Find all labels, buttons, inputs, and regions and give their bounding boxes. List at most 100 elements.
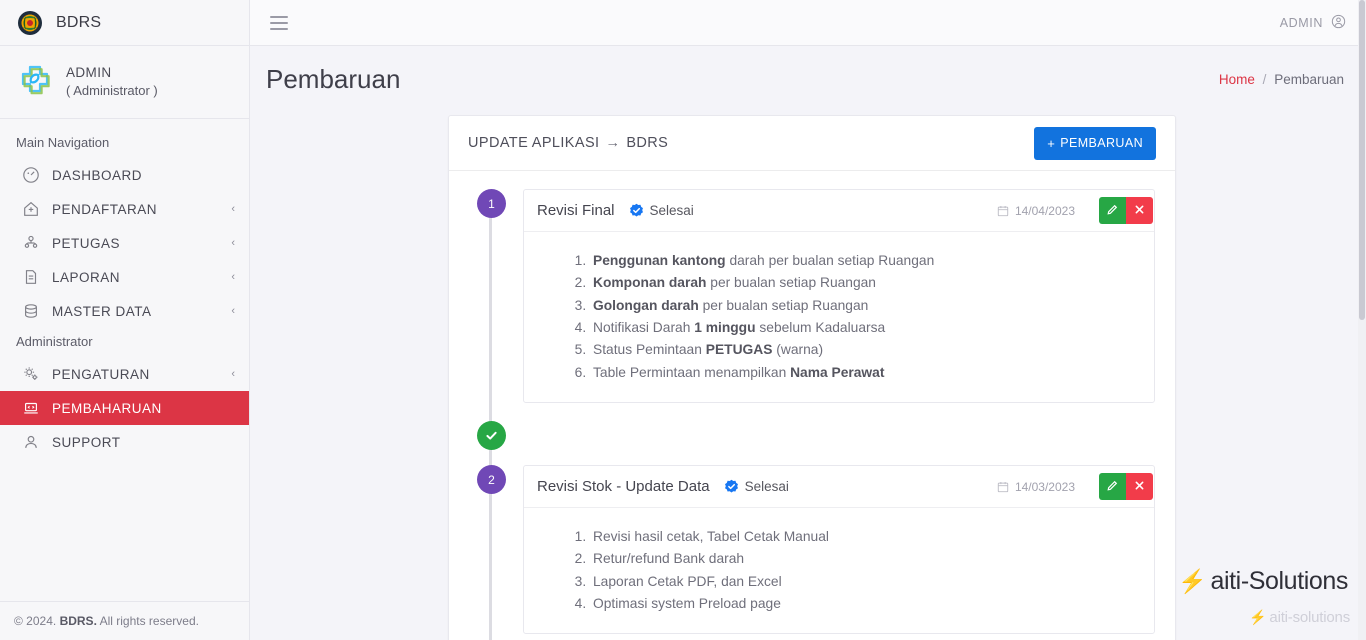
hospital-icon [22,200,40,218]
status-badge: Selesai [724,479,789,494]
timeline-panel-body: Penggunan kantong darah per bualan setia… [524,232,1154,402]
chevron-left-icon: ‹ [231,305,235,317]
list-item: Notifikasi Darah 1 minggu sebelum Kadalu… [590,317,1154,339]
breadcrumb: Home / Pembaruan [1219,72,1344,87]
watermark-aiti-solutions: ⚡ aiti-Solutions [1178,567,1348,596]
sidebar-user-name: ADMIN [66,64,112,80]
li-rest: darah per bualan setiap Ruangan [725,253,935,268]
watermark-text: aiti-Solutions [1210,567,1348,595]
timeline-date-text: 14/03/2023 [1014,479,1075,494]
calendar-icon [997,205,1009,217]
timeline-panel: Revisi Stok - Update Data Selesai 14/03/… [523,465,1155,635]
list-item: Status Pemintaan PETUGAS (warna) [590,339,1154,361]
sidebar-item-laporan[interactable]: LAPORAN ‹ [0,260,249,294]
sidebar-user-role: ( Administrator ) [66,82,158,98]
card-title-main: UPDATE APLIKASI [468,135,600,151]
list-item: Revisi hasil cetak, Tabel Cetak Manual [590,526,1154,548]
sidebar-item-label: PENGATURAN [52,366,150,382]
li-rest: (warna) [772,342,824,358]
timeline-title: Revisi Final [537,202,615,219]
laptop-code-icon [22,399,40,417]
li-bold: Nama Perawat [790,364,885,380]
sidebar-item-dashboard[interactable]: DASHBOARD [0,158,249,192]
brand-header[interactable]: BDRS [0,0,249,46]
sidebar-item-label: MASTER DATA [52,303,152,319]
timeline-item: 2 Revisi Stok - Update Data Selesai 14/0… [477,465,1155,635]
delete-button[interactable] [1126,197,1153,224]
card-header: UPDATE APLIKASI → BDRS + PEMBARUAN [449,116,1175,171]
lightning-bolt-icon: ⚡ [1249,609,1267,625]
add-pembaruan-label: PEMBARUAN [1060,136,1143,150]
sidebar-item-label: DASHBOARD [52,167,143,183]
topbar: ADMIN [250,0,1366,46]
card-title-sub: BDRS [626,135,669,151]
topbar-user-menu[interactable]: ADMIN [1280,14,1346,32]
arrow-right-icon: → [605,135,621,151]
li-bold: 1 minggu [694,320,756,336]
timeline-badge-number: 2 [477,465,506,495]
edit-button[interactable] [1099,473,1126,501]
update-list: Revisi hasil cetak, Tabel Cetak Manual R… [524,526,1154,615]
timeline-badge-check [477,421,506,451]
calendar-icon [997,481,1009,493]
breadcrumb-separator: / [1262,72,1267,87]
timeline-date: 14/04/2023 [997,204,1075,218]
nav-section-header-main: Main Navigation [16,135,110,150]
timeline-panel-header: Revisi Final Selesai 14/04/2023 [524,190,1154,232]
lightning-bolt-icon: ⚡ [1178,568,1207,594]
chevron-left-icon: ‹ [231,203,235,215]
li-bold: Komponan darah [593,275,707,291]
chevron-left-icon: ‹ [231,271,235,283]
li-bold: PETUGAS [705,342,773,358]
breadcrumb-home[interactable]: Home [1219,72,1255,87]
sidebar-item-support[interactable]: SUPPORT [0,425,249,459]
watermark-sub-text: aiti-solutions [1269,609,1350,626]
chevron-left-icon: ‹ [231,237,235,249]
sidebar-item-pengaturan[interactable]: PENGATURAN ‹ [0,357,249,391]
add-pembaruan-button[interactable]: + PEMBARUAN [1034,126,1156,160]
timeline-title: Revisi Stok - Update Data [537,478,710,496]
gears-icon [22,365,40,383]
main-region: ADMIN Pembaruan Home / Pembaruan UPDATE … [250,0,1366,640]
li-bold: Golongan darah [593,297,699,313]
brand-name: BDRS [56,13,102,31]
sidebar-item-petugas[interactable]: PETUGAS ‹ [0,226,249,260]
footer-brand: BDRS. [59,614,97,628]
sidebar-item-label: LAPORAN [52,269,121,285]
sidebar: BDRS ADMIN ( Administrator ) Main Naviga… [0,0,250,640]
sidebar-item-pembaharuan[interactable]: PEMBAHARUAN [0,391,249,425]
document-icon [22,268,40,286]
sidebar-item-pendaftaran[interactable]: PENDAFTARAN ‹ [0,192,249,226]
plus-icon: + [1047,135,1056,151]
check-icon [486,431,497,440]
content-area: UPDATE APLIKASI → BDRS + PEMBARUAN 1 Rev… [250,109,1366,640]
edit-button[interactable] [1099,197,1126,224]
sidebar-item-master-data[interactable]: MASTER DATA ‹ [0,294,249,328]
chevron-left-icon: ‹ [231,368,235,380]
li-rest: per bualan setiap Ruangan [698,297,869,313]
footer-copyright-prefix: © 2024. [14,614,57,628]
list-item: Retur/refund Bank darah [590,548,1154,570]
scrollbar-thumb[interactable] [1359,0,1365,320]
vertical-scrollbar[interactable] [1358,0,1366,640]
close-x-icon [1133,203,1146,219]
verified-badge-icon [724,479,739,494]
update-list: Penggunan kantong darah per bualan setia… [524,250,1154,384]
timeline-actions [1099,190,1154,232]
timeline-date: 14/03/2023 [997,480,1075,494]
list-item: Penggunan kantong darah per bualan setia… [590,250,1154,272]
sidebar-user-panel[interactable]: ADMIN ( Administrator ) [0,46,249,119]
li-pre: Table Permintaan menampilkan [593,364,791,380]
card-body: 1 Revisi Final Selesai 14/04/2023 1. Pen… [449,171,1175,640]
watermark-secondary: ⚡ aiti-solutions [1249,609,1350,626]
breadcrumb-current: Pembaruan [1274,72,1344,87]
timeline-panel: Revisi Final Selesai 14/04/2023 1. Pengg… [523,189,1155,404]
medical-cross-logo-icon [18,64,52,98]
page-title: Pembaruan [266,64,401,94]
delete-button[interactable] [1126,473,1153,501]
li-rest: sebelum Kadaluarsa [755,320,886,336]
hamburger-icon[interactable] [270,15,288,30]
database-icon [22,302,40,320]
bdrs-globe-logo-icon [16,9,44,37]
list-item: Laporan Cetak PDF, dan Excel [590,571,1154,593]
